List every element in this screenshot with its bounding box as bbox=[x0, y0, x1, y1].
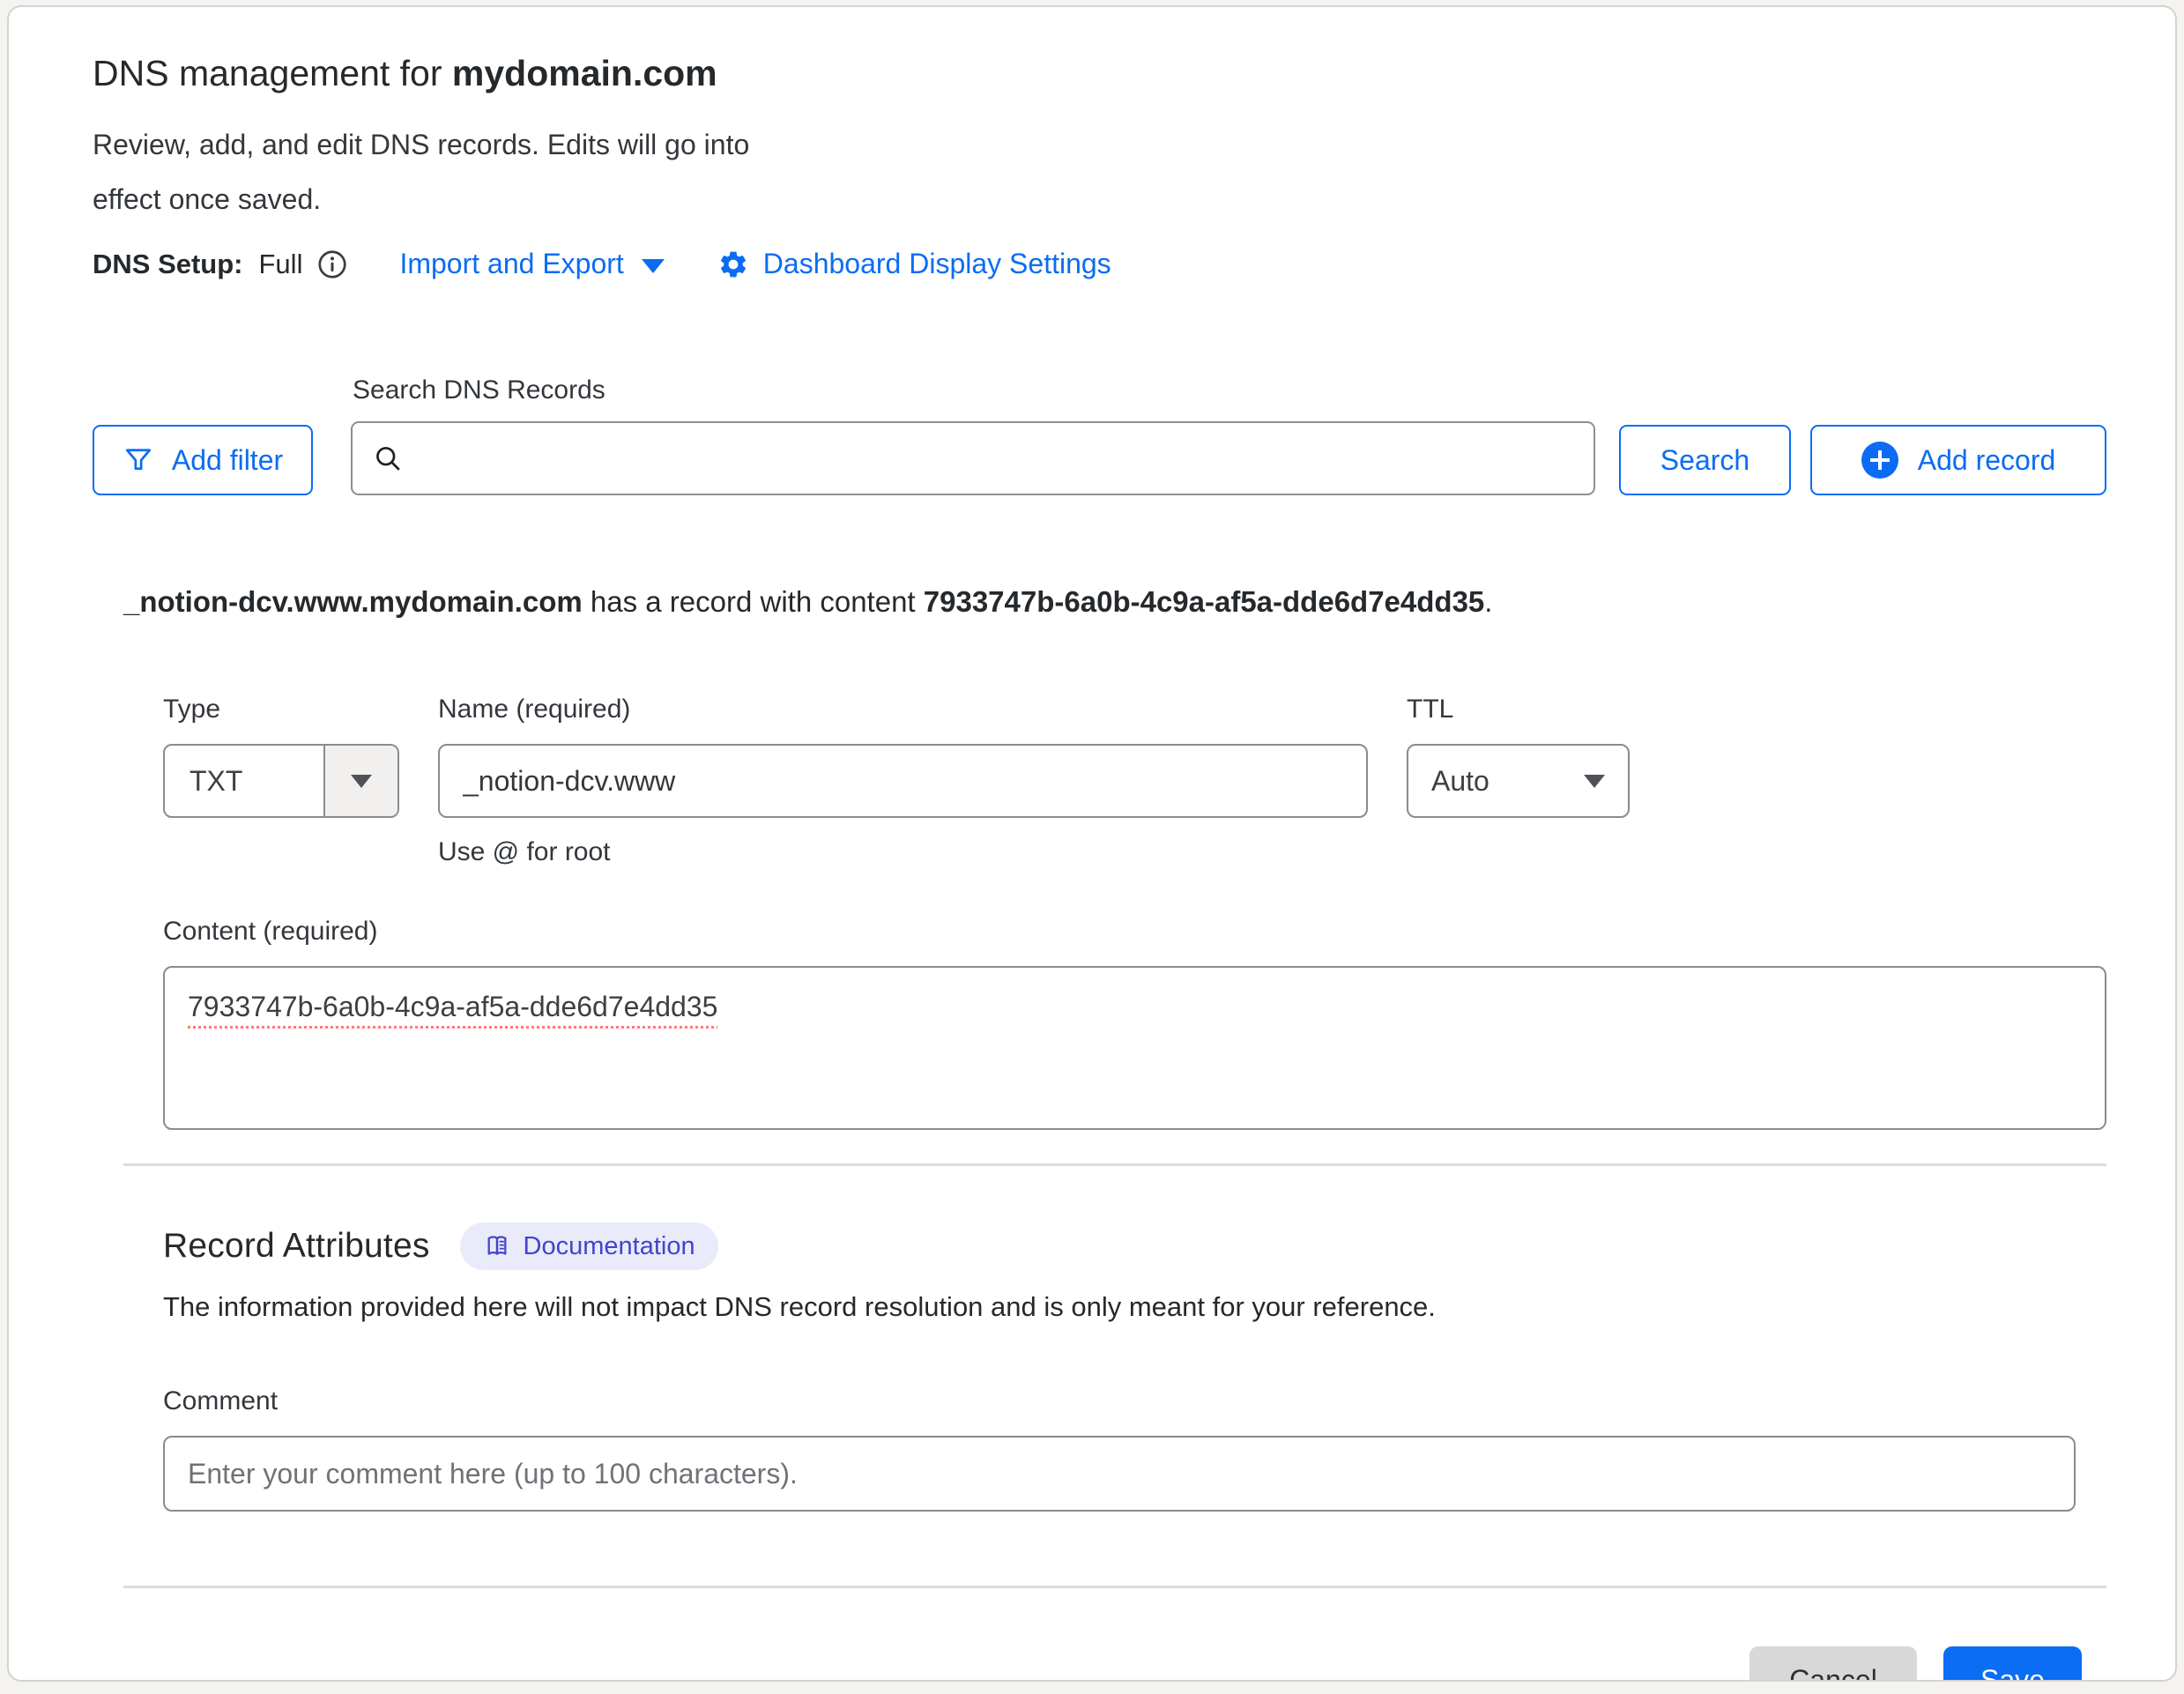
record-message-suffix: . bbox=[1484, 585, 1492, 618]
name-input[interactable] bbox=[438, 744, 1368, 818]
record-message-middle: has a record with content bbox=[583, 585, 924, 618]
record-attributes-title: Record Attributes bbox=[163, 1227, 430, 1266]
ttl-label: TTL bbox=[1407, 695, 1630, 724]
name-hint: Use @ for root bbox=[438, 837, 1368, 867]
chevron-down-icon bbox=[1584, 775, 1605, 788]
record-message-name: _notion-dcv.www.mydomain.com bbox=[123, 585, 583, 618]
filter-icon bbox=[123, 444, 154, 476]
save-button[interactable]: Save bbox=[1943, 1646, 2082, 1682]
documentation-label: Documentation bbox=[524, 1232, 695, 1261]
dns-setup-label: DNS Setup: bbox=[93, 249, 243, 280]
save-button-label: Save bbox=[1980, 1664, 2045, 1683]
info-icon[interactable] bbox=[316, 249, 348, 280]
import-export-label: Import and Export bbox=[399, 248, 623, 280]
page-subtitle: Review, add, and edit DNS records. Edits… bbox=[93, 117, 798, 227]
search-label: Search DNS Records bbox=[353, 375, 1595, 405]
search-button-label: Search bbox=[1660, 444, 1749, 477]
documentation-link[interactable]: Documentation bbox=[460, 1222, 718, 1270]
add-record-label: Add record bbox=[1918, 444, 2056, 477]
search-box bbox=[351, 421, 1595, 495]
content-label: Content (required) bbox=[163, 917, 2106, 947]
add-filter-label: Add filter bbox=[172, 444, 283, 477]
dns-setup-row: DNS Setup: Full Import and Export bbox=[93, 248, 2106, 280]
search-icon bbox=[372, 442, 404, 474]
content-textarea[interactable]: 7933747b-6a0b-4c9a-af5a-dde6d7e4dd35 bbox=[163, 966, 2106, 1130]
add-record-button[interactable]: Add record bbox=[1810, 425, 2106, 495]
comment-field-group: Comment bbox=[163, 1386, 2106, 1512]
content-field-group: Content (required) 7933747b-6a0b-4c9a-af… bbox=[163, 917, 2106, 1130]
page-title-domain: mydomain.com bbox=[452, 53, 717, 93]
plus-icon bbox=[1861, 442, 1898, 479]
page-title-prefix: DNS management for bbox=[93, 53, 452, 93]
section-divider bbox=[123, 1163, 2106, 1166]
dns-setup-value: Full bbox=[259, 249, 303, 280]
content-value: 7933747b-6a0b-4c9a-af5a-dde6d7e4dd35 bbox=[188, 991, 717, 1022]
type-field-group: Type TXT bbox=[163, 695, 399, 867]
cancel-button[interactable]: Cancel bbox=[1749, 1646, 1917, 1682]
type-select[interactable]: TXT bbox=[163, 744, 399, 818]
ttl-select[interactable]: Auto bbox=[1407, 744, 1630, 818]
dashboard-display-settings-link[interactable]: Dashboard Display Settings bbox=[717, 248, 1111, 280]
record-message-content: 7933747b-6a0b-4c9a-af5a-dde6d7e4dd35 bbox=[924, 585, 1485, 618]
type-label: Type bbox=[163, 695, 399, 724]
ttl-select-value: Auto bbox=[1431, 765, 1489, 798]
import-export-link[interactable]: Import and Export bbox=[399, 248, 664, 280]
type-select-arrow-zone bbox=[323, 746, 397, 816]
search-field-group: Search DNS Records bbox=[351, 375, 1595, 495]
chevron-down-icon bbox=[351, 775, 372, 788]
name-field-group: Name (required) Use @ for root bbox=[438, 695, 1368, 867]
gear-icon bbox=[717, 249, 749, 280]
page-title: DNS management for mydomain.com bbox=[93, 53, 2106, 94]
footer-divider bbox=[123, 1586, 2106, 1588]
cancel-button-label: Cancel bbox=[1789, 1664, 1877, 1683]
record-attributes-info: The information provided here will not i… bbox=[163, 1291, 2106, 1323]
record-form-row: Type TXT Name (required) Use @ for root … bbox=[163, 695, 2106, 867]
record-form: Type TXT Name (required) Use @ for root … bbox=[163, 695, 2106, 1682]
add-filter-button[interactable]: Add filter bbox=[93, 425, 313, 495]
comment-input[interactable] bbox=[163, 1436, 2076, 1512]
dashboard-display-settings-label: Dashboard Display Settings bbox=[763, 248, 1111, 280]
search-row: Add filter Search DNS Records Search bbox=[93, 375, 2106, 495]
record-message: _notion-dcv.www.mydomain.com has a recor… bbox=[123, 585, 2106, 619]
form-actions: Cancel Save bbox=[163, 1646, 2082, 1682]
search-input[interactable] bbox=[418, 423, 1576, 494]
name-label: Name (required) bbox=[438, 695, 1368, 724]
ttl-field-group: TTL Auto bbox=[1407, 695, 1630, 867]
record-attributes-header: Record Attributes Documentation bbox=[163, 1222, 2106, 1270]
chevron-down-icon bbox=[642, 259, 665, 273]
dns-management-card: DNS management for mydomain.com Review, … bbox=[7, 5, 2177, 1682]
type-select-value: TXT bbox=[165, 765, 323, 798]
book-icon bbox=[483, 1232, 511, 1260]
search-button[interactable]: Search bbox=[1619, 425, 1791, 495]
comment-label: Comment bbox=[163, 1386, 2106, 1416]
